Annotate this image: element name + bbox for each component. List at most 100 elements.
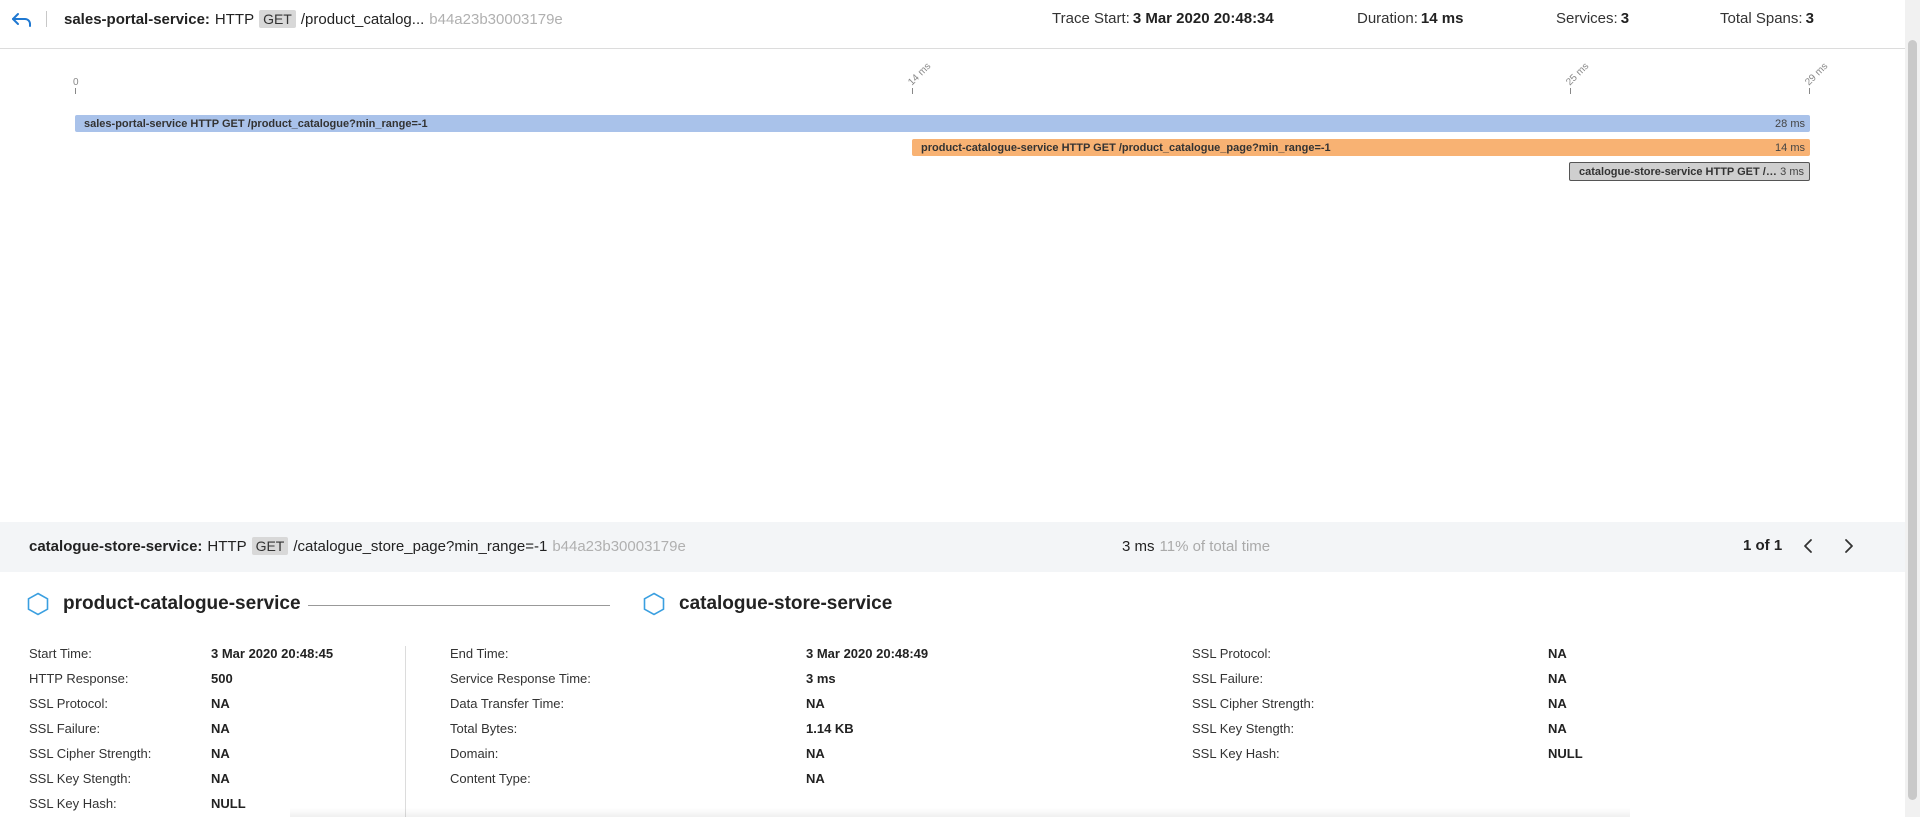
trace-services: Services: 3: [1556, 10, 1629, 27]
span-detail-title: catalogue-store-service: HTTP GET /catal…: [29, 537, 686, 555]
detail-row: SSL Failure: NA: [29, 721, 230, 746]
trace-duration-value: 14 ms: [1420, 10, 1464, 27]
detail-row: SSL Key Hash: NULL: [1192, 746, 1583, 771]
detail-duration-pct: 11% of total time: [1159, 538, 1271, 555]
page-scrollbar[interactable]: [1905, 0, 1920, 817]
to-service-node: catalogue-store-service: [643, 592, 892, 616]
detail-key: SSL Key Hash:: [1192, 746, 1280, 761]
trace-duration-label: Duration:: [1357, 10, 1418, 27]
detail-value: NA: [806, 746, 825, 761]
detail-row: HTTP Response: 500: [29, 671, 233, 696]
hexagon-icon: [643, 592, 665, 616]
detail-duration: 3 ms 11% of total time: [1122, 538, 1270, 555]
service-connection-line: [308, 605, 610, 606]
detail-value: NA: [211, 771, 230, 786]
detail-key: Total Bytes:: [450, 721, 518, 736]
detail-key: Domain:: [450, 746, 499, 761]
detail-value: NA: [806, 696, 825, 711]
trace-services-label: Services:: [1556, 10, 1618, 27]
trace-total-spans: Total Spans: 3: [1720, 10, 1814, 27]
detail-value: NA: [1548, 646, 1567, 661]
tick-mark: [1809, 88, 1810, 94]
detail-trace-id: b44a23b30003179e: [552, 537, 686, 555]
detail-row: Service Response Time: 3 ms: [450, 671, 836, 696]
detail-path: /catalogue_store_page?min_range=-1: [293, 537, 548, 555]
detail-value: 3 Mar 2020 20:48:49: [806, 646, 929, 661]
detail-key: Start Time:: [29, 646, 92, 661]
detail-column-timing: End Time: 3 Mar 2020 20:48:49 Service Res…: [450, 646, 928, 796]
column-divider: [405, 646, 406, 817]
detail-column-source: Start Time: 3 Mar 2020 20:48:45 HTTP Resp…: [29, 646, 333, 817]
bottom-shadow: [290, 808, 1630, 817]
detail-method-badge: GET: [251, 537, 289, 555]
tick-mark: [912, 88, 913, 94]
detail-row: End Time: 3 Mar 2020 20:48:49: [450, 646, 928, 671]
span-label: catalogue-store-service HTTP GET /c...: [1579, 165, 1779, 178]
detail-key: End Time:: [450, 646, 509, 661]
trace-spans-label: Total Spans:: [1720, 10, 1803, 27]
hexagon-icon: [27, 592, 49, 616]
detail-key: SSL Protocol:: [29, 696, 109, 711]
trace-protocol: HTTP: [214, 10, 255, 28]
trace-path: /product_catalog...: [300, 10, 425, 28]
detail-value: NA: [1548, 721, 1567, 736]
detail-row: SSL Key Hash: NULL: [29, 796, 246, 817]
span-bar-product-catalogue[interactable]: product-catalogue-service HTTP GET /prod…: [912, 139, 1810, 156]
header-divider: [46, 11, 47, 27]
span-label: sales-portal-service HTTP GET /product_c…: [84, 117, 428, 130]
span-detail-bar: catalogue-store-service: HTTP GET /catal…: [0, 522, 1905, 572]
span-duration: 28 ms: [1775, 117, 1805, 130]
detail-value: 500: [211, 671, 233, 686]
prev-span-button[interactable]: [1796, 534, 1820, 558]
detail-row: SSL Key Stength: NA: [29, 771, 230, 796]
detail-row: Data Transfer Time: NA: [450, 696, 825, 721]
trace-title: sales-portal-service: HTTP GET /product_…: [64, 10, 563, 28]
trace-spans-value: 3: [1805, 10, 1814, 27]
detail-key: SSL Key Stength:: [29, 771, 132, 786]
back-arrow-icon: [12, 13, 31, 27]
detail-value: NA: [806, 771, 825, 786]
trace-service-name: sales-portal-service:: [64, 10, 210, 28]
detail-row: SSL Protocol: NA: [1192, 646, 1567, 671]
detail-row: Domain: NA: [450, 746, 825, 771]
detail-row: Content Type: NA: [450, 771, 825, 796]
span-bar-catalogue-store[interactable]: catalogue-store-service HTTP GET /c... 3…: [1569, 162, 1810, 181]
span-duration: 3 ms: [1780, 165, 1804, 178]
span-pager: 1 of 1: [1743, 537, 1783, 554]
detail-value: NA: [1548, 671, 1567, 686]
detail-key: SSL Cipher Strength:: [1192, 696, 1315, 711]
detail-value: NULL: [211, 796, 246, 811]
tick-mark: [75, 88, 76, 94]
detail-key: Service Response Time:: [450, 671, 591, 686]
detail-key: SSL Failure:: [29, 721, 101, 736]
detail-value: NA: [1548, 696, 1567, 711]
detail-value: 1.14 KB: [806, 721, 854, 736]
span-bar-sales-portal[interactable]: sales-portal-service HTTP GET /product_c…: [75, 115, 1810, 132]
from-service-node: product-catalogue-service: [27, 592, 301, 616]
scrollbar-thumb[interactable]: [1908, 40, 1917, 800]
detail-key: SSL Failure:: [1192, 671, 1264, 686]
detail-row: SSL Key Stength: NA: [1192, 721, 1567, 746]
next-span-button[interactable]: [1837, 534, 1861, 558]
detail-key: Data Transfer Time:: [450, 696, 565, 711]
chevron-right-icon: [1845, 539, 1853, 553]
detail-row: SSL Cipher Strength: NA: [29, 746, 230, 771]
detail-key: SSL Key Hash:: [29, 796, 117, 811]
detail-key: SSL Key Stength:: [1192, 721, 1295, 736]
back-button[interactable]: [8, 8, 36, 32]
trace-duration: Duration: 14 ms: [1357, 10, 1463, 27]
detail-key: Content Type:: [450, 771, 531, 786]
detail-row: SSL Protocol: NA: [29, 696, 230, 721]
detail-value: NULL: [1548, 746, 1583, 761]
span-label: product-catalogue-service HTTP GET /prod…: [921, 141, 1331, 154]
tick-label: 25 ms: [1564, 60, 1592, 88]
tick-label: 29 ms: [1803, 60, 1831, 88]
detail-row: SSL Failure: NA: [1192, 671, 1567, 696]
detail-value: NA: [211, 721, 230, 736]
span-duration: 14 ms: [1775, 141, 1805, 154]
from-service-name: product-catalogue-service: [63, 593, 301, 614]
detail-row: Total Bytes: 1.14 KB: [450, 721, 854, 746]
detail-row: Start Time: 3 Mar 2020 20:48:45: [29, 646, 333, 671]
tick-label: 0: [73, 77, 79, 88]
detail-duration-value: 3 ms: [1122, 538, 1155, 555]
